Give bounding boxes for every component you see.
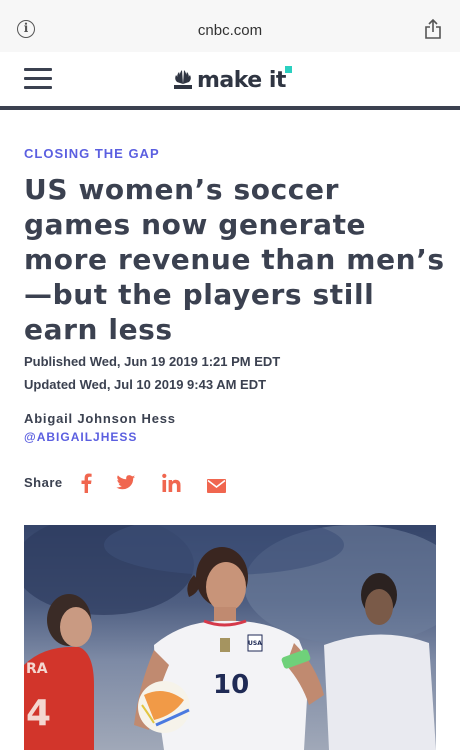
share-icon[interactable] [424, 18, 442, 40]
linkedin-icon[interactable] [162, 473, 181, 493]
left-player-number: 4 [26, 693, 51, 734]
url-text[interactable]: cnbc.com [0, 22, 460, 39]
updated-date: Updated Wed, Jul 10 2019 9:43 AM EDT [24, 377, 267, 392]
share-label: Share [24, 475, 63, 490]
twitter-icon[interactable] [116, 473, 136, 493]
logo-text: make it [197, 67, 286, 93]
published-date: Published Wed, Jun 19 2019 1:21 PM EDT [24, 354, 281, 369]
usa-badge: USA [248, 640, 262, 647]
email-icon[interactable] [207, 476, 226, 496]
cnbc-peacock-icon [174, 70, 192, 89]
hamburger-menu-icon[interactable] [24, 68, 52, 90]
browser-address-bar[interactable]: i cnbc.com [0, 0, 460, 53]
logo-teal-dot-icon [285, 66, 292, 73]
center-player-number: 10 [213, 670, 249, 700]
facebook-icon[interactable] [80, 473, 92, 493]
soccer-players-photo: RA 4 10 USA [24, 525, 436, 750]
article-kicker[interactable]: CLOSING THE GAP [24, 146, 160, 161]
author-twitter-handle[interactable]: @ABIGAILJHESS [24, 430, 137, 444]
make-it-logo[interactable]: make it [172, 66, 292, 94]
left-player-jersey-text: RA [26, 661, 48, 677]
site-header: make it [0, 52, 460, 110]
author-name[interactable]: Abigail Johnson Hess [24, 411, 176, 426]
article-headline: US women’s soccer games now generate mor… [24, 173, 445, 346]
article-hero-image: RA 4 10 USA [24, 525, 436, 750]
